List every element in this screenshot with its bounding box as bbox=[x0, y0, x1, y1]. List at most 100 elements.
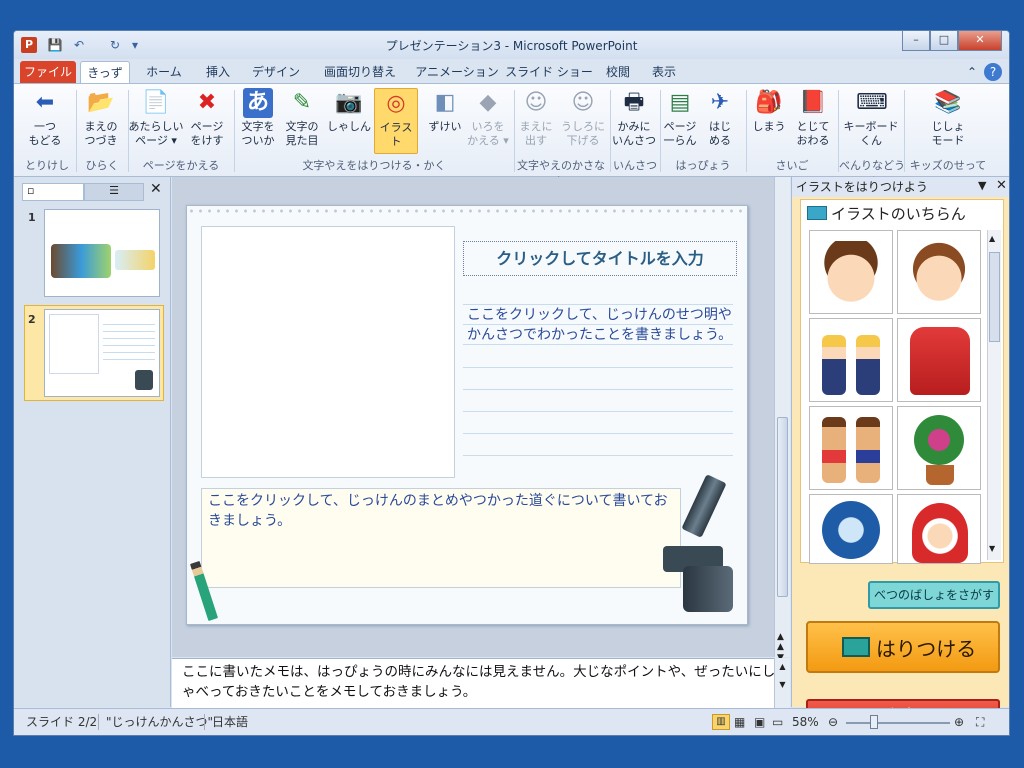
tab-transitions[interactable]: 画面切り替え bbox=[312, 61, 408, 83]
child-icon bbox=[856, 335, 880, 395]
tab-view[interactable]: 表示 bbox=[644, 61, 684, 83]
window-title: プレゼンテーション3 - Microsoft PowerPoint bbox=[385, 39, 638, 53]
slide-thumbnail-2[interactable] bbox=[44, 309, 160, 397]
change-color-button[interactable]: ◆ いろを かえる ▾ bbox=[466, 88, 510, 148]
paste-label: はりつける bbox=[876, 637, 977, 661]
illustration-boy[interactable] bbox=[809, 230, 893, 314]
text-style-button[interactable]: ✎ 文字の 見た目 bbox=[280, 88, 324, 148]
dictionary-mode-button[interactable]: 📚 じしょ モード bbox=[910, 88, 986, 148]
list-title: イラストのいちらん bbox=[831, 205, 966, 223]
tab-design[interactable]: デザイン bbox=[246, 61, 306, 83]
image-placeholder[interactable] bbox=[201, 226, 455, 478]
add-text-button[interactable]: あ文字を ついか bbox=[236, 88, 280, 148]
maximize-button[interactable]: □ bbox=[930, 31, 958, 51]
illustration-girl[interactable] bbox=[897, 230, 981, 314]
slide-sorter-icon[interactable]: ▦ bbox=[734, 709, 745, 735]
scroll-thumb[interactable] bbox=[777, 417, 788, 597]
slide-thumbnail-1[interactable] bbox=[44, 209, 160, 297]
tab-insert[interactable]: 挿入 bbox=[196, 61, 240, 83]
undo-button[interactable]: ⬅ 一つ もどる bbox=[20, 88, 70, 148]
btn-label: ページ ▾ bbox=[135, 134, 177, 147]
body-placeholder[interactable]: ここをクリックして、じっけんのせつ明や かんさつでわかったことを書きましょう。 bbox=[467, 305, 733, 345]
prev-slide-icon[interactable]: ▲ ▲ bbox=[777, 632, 784, 652]
notes-scrollbar[interactable]: ▲ ▼ bbox=[774, 658, 790, 708]
taskpane-dropdown-icon[interactable]: ▼ bbox=[978, 179, 986, 192]
paper-plane-icon: ✈ bbox=[710, 90, 730, 115]
tab-slideshow[interactable]: スライド ショー bbox=[504, 61, 594, 83]
btn-label: モード bbox=[931, 134, 965, 147]
tab-kids[interactable]: きっず bbox=[80, 61, 130, 83]
btn-label: とじて bbox=[796, 120, 830, 133]
illustration-button[interactable]: ◎ イラスト bbox=[374, 88, 418, 154]
keyboard-button[interactable]: ⌨ キーボード くん bbox=[840, 88, 902, 148]
reading-view-icon[interactable]: ▣ bbox=[754, 709, 765, 735]
btn-label: まえの bbox=[84, 120, 118, 133]
zoom-slider-thumb[interactable] bbox=[870, 715, 878, 729]
group-last: さいご bbox=[775, 159, 809, 172]
tab-file[interactable]: ファイル bbox=[20, 61, 76, 83]
normal-view-icon[interactable]: ▥ bbox=[712, 714, 730, 730]
photo-button[interactable]: 📷 しゃしん bbox=[326, 88, 372, 134]
slide-number: 1 bbox=[28, 211, 36, 224]
paste-button[interactable]: はりつける bbox=[806, 621, 1000, 673]
zoom-out-icon[interactable]: ⊖ bbox=[828, 709, 838, 735]
scroll-up-icon[interactable]: ▲ bbox=[989, 234, 995, 243]
slide-thumbnails-panel: ▫ ☰ ✕ 1 2 bbox=[14, 177, 171, 707]
microscope-base bbox=[683, 566, 733, 612]
language[interactable]: 日本語 bbox=[212, 709, 248, 735]
collapse-ribbon-icon[interactable]: ⌃ bbox=[964, 61, 980, 83]
btn-label: 文字を bbox=[241, 120, 275, 133]
zoom-level[interactable]: 58% bbox=[792, 709, 819, 735]
notes-pane[interactable]: ここに書いたメモは、はっぴょうの時にみんなには見えません。大じなポイントや、ぜっ… bbox=[172, 658, 790, 708]
close-and-finish-button[interactable]: 📕 とじて おわる bbox=[790, 88, 836, 148]
help-icon[interactable]: ? bbox=[984, 63, 1002, 81]
search-other-place-button[interactable]: べつのばしょをさがす bbox=[868, 581, 1000, 609]
new-page-button[interactable]: 📄 あたらしい ページ ▾ bbox=[128, 88, 184, 148]
print-button[interactable]: 🖶 かみに いんさつ bbox=[610, 88, 658, 148]
tab-review[interactable]: 校閲 bbox=[598, 61, 638, 83]
bottom-placeholder[interactable]: ここをクリックして、じっけんのまとめやつかった道ぐについて書いておきましょう。 bbox=[201, 488, 681, 588]
delete-page-button[interactable]: ✖ ページ をけす bbox=[184, 88, 230, 148]
open-previous-button[interactable]: 📂 まえの つづき bbox=[78, 88, 124, 148]
taskpane-close-icon[interactable]: ✕ bbox=[996, 178, 1007, 193]
close-window-button[interactable]: ✕ bbox=[958, 31, 1002, 51]
fit-to-window-icon[interactable]: ⛶ bbox=[976, 709, 984, 735]
page-list-button[interactable]: ▤ ページ 一らん bbox=[660, 88, 700, 148]
title-bar: P 💾 ↶ ↻ ▾ プレゼンテーション3 - Microsoft PowerPo… bbox=[14, 31, 1009, 59]
list-scrollbar[interactable]: ▲ ▼ bbox=[987, 230, 1001, 560]
outline-tab[interactable]: ☰ bbox=[84, 183, 144, 201]
backpack-icon: 🎒 bbox=[755, 90, 783, 115]
send-backward-button[interactable]: ☺ うしろに 下げる bbox=[558, 88, 608, 148]
zoom-in-icon[interactable]: ⊕ bbox=[954, 709, 964, 735]
illustration-students[interactable] bbox=[809, 318, 893, 402]
start-show-button[interactable]: ✈ はじ める bbox=[700, 88, 740, 148]
put-away-button[interactable]: 🎒 しまう bbox=[748, 88, 790, 134]
btn-label: いんさつ bbox=[612, 134, 656, 147]
illustration-morning-glory[interactable] bbox=[897, 406, 981, 490]
bring-forward-button[interactable]: ☺ まえに 出す bbox=[514, 88, 558, 148]
tab-home[interactable]: ホーム bbox=[136, 61, 192, 83]
scroll-down-icon[interactable]: ▼ bbox=[989, 544, 995, 553]
slideshow-icon[interactable]: ▭ bbox=[772, 709, 783, 735]
tab-animations[interactable]: アニメーション bbox=[414, 61, 500, 83]
minimize-button[interactable]: – bbox=[902, 31, 930, 51]
illustration-swimmers[interactable] bbox=[809, 406, 893, 490]
slide-canvas[interactable]: クリックしてタイトルを入力 ここをクリックして、じっけんのせつ明や かんさつでわ… bbox=[186, 205, 748, 625]
zoom-slider[interactable] bbox=[846, 722, 950, 724]
title-placeholder[interactable]: クリックしてタイトルを入力 bbox=[463, 241, 737, 276]
illustration-randoseru[interactable] bbox=[897, 318, 981, 402]
slides-tab[interactable]: ▫ bbox=[22, 183, 84, 201]
thumb-microscope bbox=[135, 370, 153, 390]
illustration-moon[interactable] bbox=[809, 494, 893, 564]
app-window: P 💾 ↶ ↻ ▾ プレゼンテーション3 - Microsoft PowerPo… bbox=[13, 30, 1010, 736]
btn-label: つづき bbox=[84, 134, 118, 147]
list-scroll-thumb[interactable] bbox=[989, 252, 1000, 342]
shapes-button[interactable]: ◧ ずけい bbox=[424, 88, 466, 134]
close-panel-icon[interactable]: ✕ bbox=[150, 181, 162, 197]
slide-scrollbar[interactable]: ▲▲ ▼ bbox=[774, 177, 790, 663]
btn-label: かみに bbox=[617, 120, 651, 133]
slide-editor-area: クリックしてタイトルを入力 ここをクリックして、じっけんのせつ明や かんさつでわ… bbox=[172, 177, 774, 657]
illustration-santa[interactable] bbox=[897, 494, 981, 564]
group-present: はっぴょう bbox=[675, 159, 731, 172]
keyboard-icon: ⌨ bbox=[856, 90, 888, 115]
